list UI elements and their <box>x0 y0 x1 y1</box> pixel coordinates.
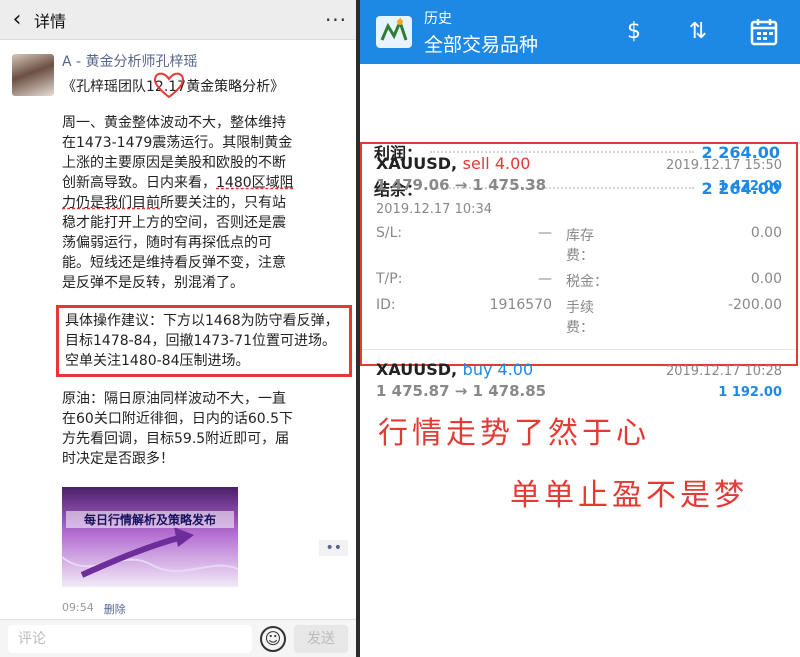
sl-value: — <box>538 225 552 241</box>
calendar-icon[interactable] <box>748 16 780 48</box>
slogan-line-1: 行情走势了然于心 <box>378 416 650 451</box>
metatrader-logo-icon[interactable] <box>374 14 414 50</box>
trend-arrow-graphic <box>62 527 238 578</box>
analysis-paragraph: 周一、黄金整体波动不大，整体维持在1473-1479震荡运行。其限制黄金上涨的主… <box>62 113 296 293</box>
header-subtitle: 历史 <box>424 11 452 27</box>
trade-symbol: XAUUSD, <box>376 154 458 173</box>
trade-price: 1 479.06 → 1 475.38 <box>376 176 547 194</box>
more-icon[interactable]: ··· <box>316 8 356 32</box>
oil-paragraph: 原油：隔日原油同样波动不大，一直在60关口附近徘徊，日内的话60.5下方先看回调… <box>62 391 293 467</box>
trade-profit: 1 192.00 <box>718 385 782 400</box>
trading-advice-highlight: 具体操作建议：下方以1468为防守看反弹，目标1478-84，回撤1473-71… <box>56 305 352 377</box>
trade-row[interactable]: XAUUSD, sell 4.00 2019.12.17 15:50 1 479… <box>362 144 796 337</box>
trade-side: sell 4.00 <box>462 154 531 173</box>
trade-profit: 1 472.00 <box>718 179 782 194</box>
emoji-icon[interactable]: ☺ <box>260 625 286 652</box>
trade-price: 1 475.87 → 1 478.85 <box>376 382 547 400</box>
delete-link[interactable]: 删除 <box>104 601 126 617</box>
comment-input[interactable]: 评论 <box>8 624 252 653</box>
fee-value: -200.00 <box>727 297 782 313</box>
history-header: 历史 全部交易品种 $ ⇅ <box>360 0 800 64</box>
swap-value: 0.00 <box>750 225 782 241</box>
swap-label: 库存费： <box>566 228 594 264</box>
currency-filter-icon[interactable]: $ <box>618 16 650 48</box>
header-title[interactable]: 全部交易品种 <box>424 30 538 57</box>
trade-history-highlight: XAUUSD, sell 4.00 2019.12.17 15:50 1 479… <box>360 142 798 400</box>
tax-value: 0.00 <box>750 271 782 287</box>
tp-label: T/P: <box>376 271 403 287</box>
tp-value: — <box>538 271 552 287</box>
tax-label: 税金： <box>566 274 608 290</box>
author-name[interactable]: A - 黄金分析师孔梓瑶 <box>62 52 348 72</box>
trade-details: S/L: — 库存费： 0.00 T/P: — 税金： 0.00 ID: 191… <box>376 225 782 337</box>
send-button[interactable]: 发送 <box>294 624 348 653</box>
post-image[interactable]: 每日行情解析及策略发布 <box>62 487 238 587</box>
detail-header: ‹ 详情 ··· <box>0 0 356 40</box>
trade-side: buy 4.00 <box>462 360 534 379</box>
slogan-line-2: 单单止盈不是梦 <box>510 478 748 513</box>
back-icon[interactable]: ‹ <box>0 0 34 40</box>
comment-like-button[interactable]: •• <box>319 540 348 556</box>
wechat-moment-detail: ‹ 详情 ··· A - 黄金分析师孔梓瑶 《孔梓瑶团队12.17黄金策略分析》… <box>0 0 356 657</box>
heart-annotation-icon <box>153 72 185 99</box>
trade-open-time: 2019.12.17 10:34 <box>376 202 493 217</box>
post-time: 09:54 <box>62 601 94 614</box>
sort-icon[interactable]: ⇅ <box>682 16 714 48</box>
fee-label: 手续费： <box>566 300 594 336</box>
trade-close-time: 2019.12.17 10:28 <box>665 364 782 379</box>
trade-close-time: 2019.12.17 15:50 <box>665 158 782 173</box>
id-value: 1916570 <box>489 297 552 313</box>
trade-symbol: XAUUSD, <box>376 360 458 379</box>
mt-history-screen: 历史 全部交易品种 $ ⇅ 利润： 2 264.00 结余： 2 264.00 … <box>360 0 800 657</box>
header-title: 详情 <box>34 11 67 31</box>
sl-label: S/L: <box>376 225 403 241</box>
image-banner-text: 每日行情解析及策略发布 <box>66 511 234 528</box>
comment-bar: 评论 ☺ 发送 <box>0 619 356 657</box>
post-title: 《孔梓瑶团队12.17黄金策略分析》 <box>62 72 348 99</box>
trade-row[interactable]: XAUUSD, buy 4.00 2019.12.17 10:28 1 475.… <box>362 350 796 400</box>
id-label: ID: <box>376 297 396 313</box>
post-meta: 09:54 删除 <box>62 601 348 617</box>
avatar[interactable] <box>12 54 54 96</box>
